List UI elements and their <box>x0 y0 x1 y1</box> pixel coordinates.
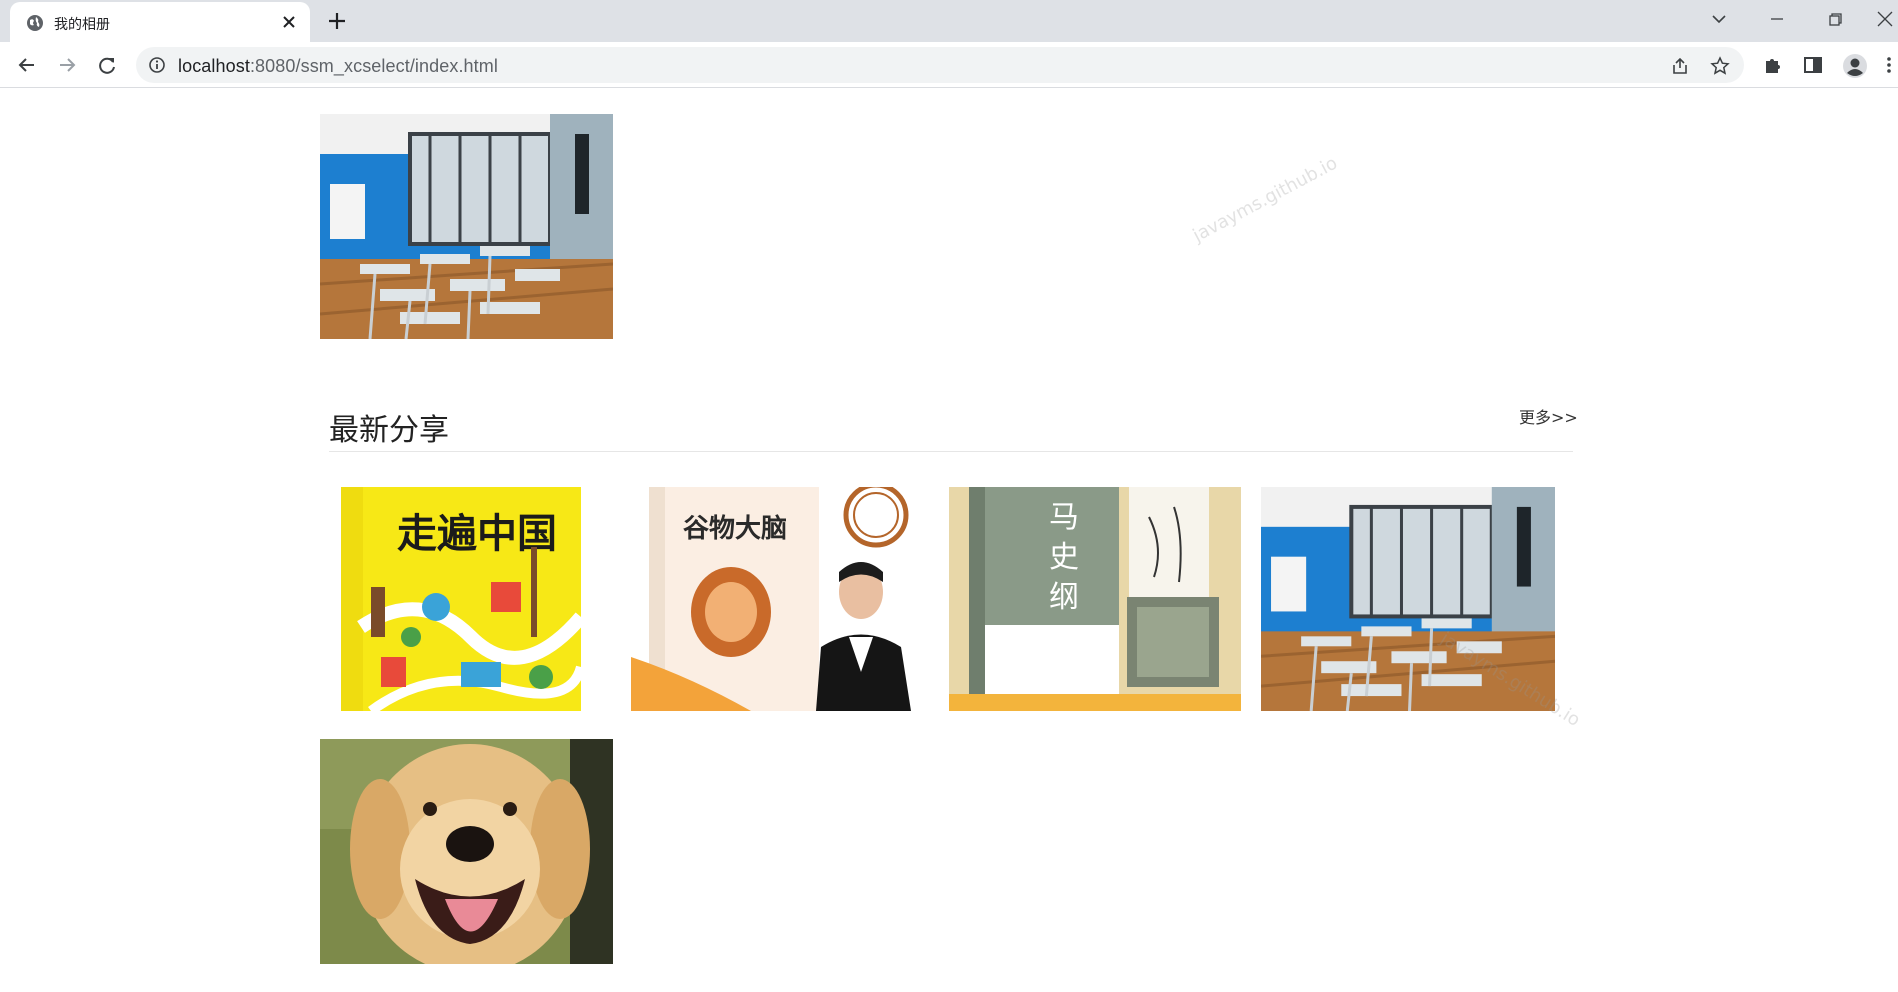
browser-toolbar: localhost:8080/ssm_xcselect/index.html <box>0 42 1898 88</box>
reload-icon[interactable] <box>94 52 120 78</box>
minimize-icon[interactable] <box>1764 8 1790 30</box>
cover-title-part2: 史 <box>1049 540 1079 575</box>
back-arrow-icon[interactable] <box>14 52 40 78</box>
cover-title: 谷物大脑 <box>683 514 787 544</box>
side-panel-icon[interactable] <box>1802 54 1824 76</box>
url-path: :8080/ssm_xcselect/index.html <box>249 56 498 76</box>
tab-strip: 我的相册 <box>0 0 1898 42</box>
share-icon[interactable] <box>1670 56 1690 76</box>
share-item-luoma-shigang[interactable]: 马 史 纲 <box>949 487 1241 711</box>
book-cover-image: 走遍中国 <box>341 487 581 711</box>
share-item-golden-retriever[interactable] <box>320 739 613 964</box>
window-close-icon[interactable] <box>1872 8 1898 30</box>
latest-share-title: 最新分享 <box>329 413 449 448</box>
info-icon[interactable] <box>148 56 166 74</box>
tab-title: 我的相册 <box>54 17 110 33</box>
extensions-puzzle-icon[interactable] <box>1762 54 1784 76</box>
bookmark-star-icon[interactable] <box>1710 56 1730 76</box>
dog-image <box>320 739 613 964</box>
menu-dots-icon[interactable] <box>1884 54 1894 76</box>
page-content: javayms.github.io 最新分享 更多>> 走遍中国 谷物大脑 马 … <box>0 89 1898 992</box>
url-host: localhost <box>178 56 250 76</box>
cover-title-part1: 马 <box>1049 500 1079 535</box>
more-link[interactable]: 更多>> <box>1519 404 1578 428</box>
profile-avatar-icon[interactable] <box>1842 53 1868 79</box>
restore-icon[interactable] <box>1822 8 1848 30</box>
cover-title-part3: 纲 <box>1049 580 1079 615</box>
globe-icon <box>27 15 43 31</box>
tab-search-chevron-down-icon[interactable] <box>1706 8 1732 30</box>
classroom-image <box>1261 487 1555 711</box>
url-text: localhost:8080/ssm_xcselect/index.html <box>178 56 498 77</box>
close-icon[interactable] <box>280 13 298 31</box>
address-bar[interactable]: localhost:8080/ssm_xcselect/index.html <box>136 47 1744 83</box>
share-item-classroom[interactable] <box>1261 487 1555 711</box>
book-cover-image: 马 史 纲 <box>949 487 1241 711</box>
book-cover-image: 谷物大脑 <box>631 487 919 711</box>
share-item-guwu-danao[interactable]: 谷物大脑 <box>631 487 919 711</box>
new-tab-icon[interactable] <box>326 10 348 32</box>
share-item-zoubian-zhongguo[interactable]: 走遍中国 <box>341 487 581 711</box>
browser-tab[interactable]: 我的相册 <box>10 2 310 42</box>
watermark-text: javayms.github.io <box>1189 152 1342 247</box>
album-photo-classroom[interactable] <box>320 114 613 339</box>
section-divider <box>329 451 1573 452</box>
classroom-image <box>320 114 613 339</box>
forward-arrow-icon[interactable] <box>54 52 80 78</box>
